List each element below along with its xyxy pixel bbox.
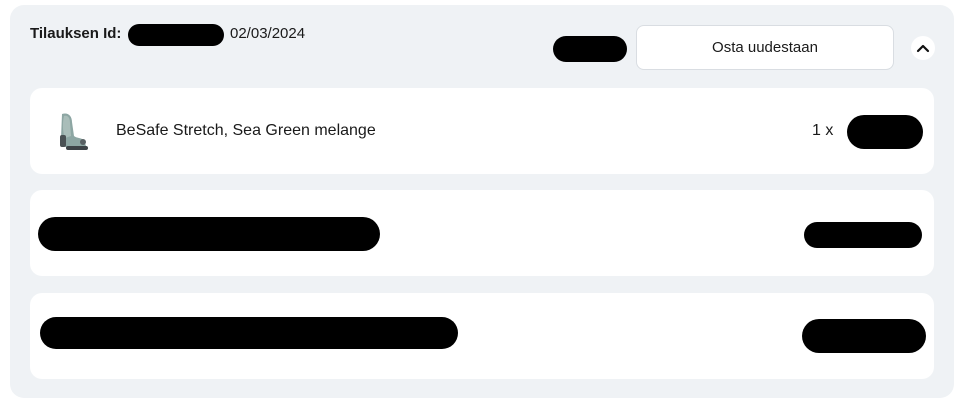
item-name: BeSafe Stretch, Sea Green melange <box>116 122 376 139</box>
order-id-label: Tilauksen Id: <box>30 25 122 42</box>
redacted-summary-value <box>804 222 922 248</box>
order-summary-row <box>30 293 934 379</box>
order-card: Tilauksen Id: 02/03/2024 Osta uudestaan … <box>10 5 954 398</box>
collapse-button[interactable] <box>911 36 935 60</box>
buy-again-button[interactable]: Osta uudestaan <box>636 25 894 70</box>
redacted-summary-label <box>38 217 380 251</box>
redacted-order-total <box>553 36 627 62</box>
car-seat-image <box>60 113 88 150</box>
redacted-order-id <box>128 24 224 46</box>
redacted-item-price <box>847 115 923 149</box>
order-date: 02/03/2024 <box>230 25 306 42</box>
order-summary-row <box>30 190 934 276</box>
redacted-summary-label <box>40 317 458 349</box>
order-item-row[interactable]: BeSafe Stretch, Sea Green melange 1 x <box>30 88 934 174</box>
redacted-summary-value <box>802 319 926 353</box>
chevron-up-icon <box>916 44 930 53</box>
item-quantity: 1 x <box>812 122 834 139</box>
